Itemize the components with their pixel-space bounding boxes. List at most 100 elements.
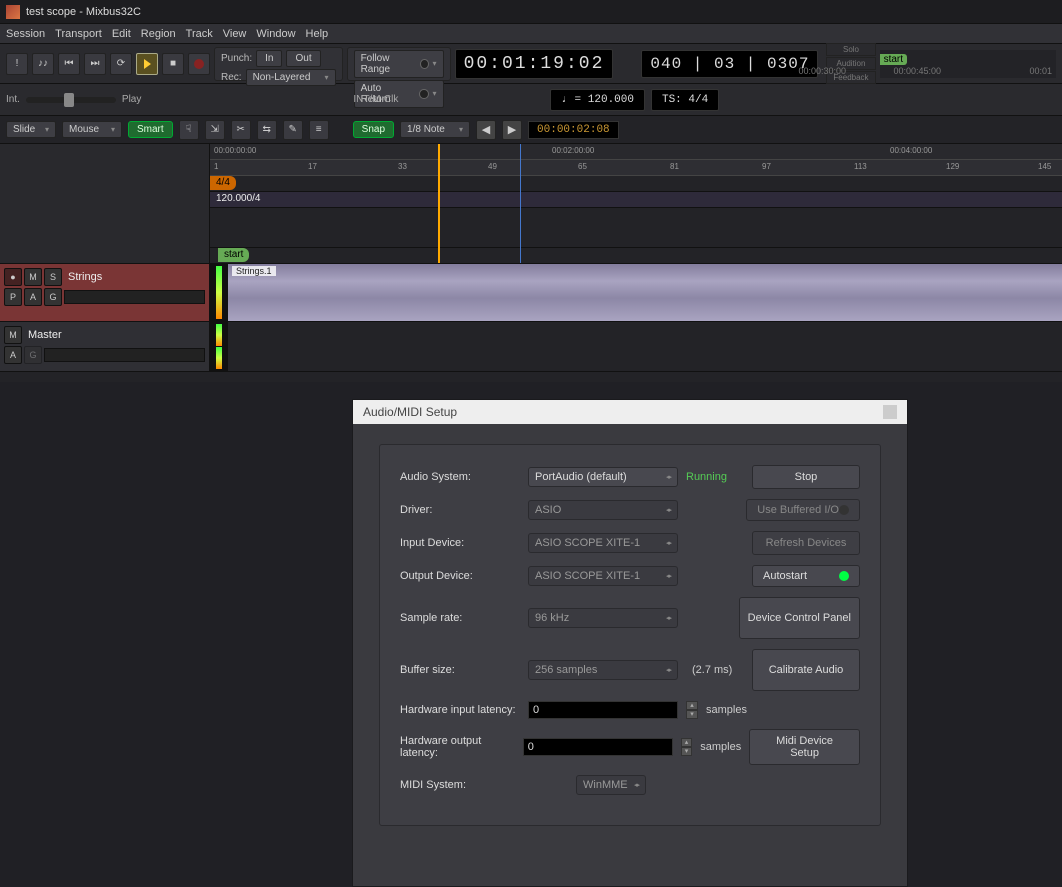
track-fader[interactable] — [64, 290, 205, 304]
marker-strip[interactable]: start 00:00:30:00 00:00:45:00 00:01 — [880, 50, 1056, 78]
track-mute-button[interactable]: M — [24, 268, 42, 286]
menu-session[interactable]: Session — [6, 28, 45, 40]
play-button[interactable] — [136, 53, 158, 75]
punch-label: Punch: — [221, 53, 252, 64]
output-device-select[interactable]: ASIO SCOPE XITE-1 — [528, 566, 678, 586]
snap-button[interactable]: Snap — [353, 121, 394, 138]
menu-transport[interactable]: Transport — [55, 28, 102, 40]
pointer-tool-icon[interactable]: ☟ — [179, 120, 199, 140]
audio-midi-setup-dialog: Audio/MIDI Setup Audio System: PortAudio… — [352, 399, 908, 887]
punch-out-button[interactable]: Out — [286, 50, 320, 67]
bbt-display[interactable]: 040 | 03 | 0307 — [641, 50, 818, 78]
record-button[interactable] — [188, 53, 210, 75]
bars-ruler[interactable]: 1 17 33 49 65 81 97 113 129 145 — [210, 160, 1062, 176]
sample-rate-label: Sample rate: — [400, 612, 520, 624]
stop-engine-button[interactable]: Stop — [752, 465, 860, 489]
marker-start[interactable]: start — [880, 54, 907, 65]
snap-grid-select[interactable]: 1/8 Note — [400, 121, 470, 138]
menu-view[interactable]: View — [223, 28, 247, 40]
ts-display[interactable]: TS: 4/4 — [651, 89, 719, 111]
menu-window[interactable]: Window — [256, 28, 295, 40]
track-lane-strings[interactable]: Strings.1 — [228, 264, 1062, 321]
menu-region[interactable]: Region — [141, 28, 176, 40]
region-label: Strings.1 — [232, 266, 276, 276]
metronome-button[interactable]: ♪♪ — [32, 53, 54, 75]
nudge-back-button[interactable]: ◀ — [476, 120, 496, 140]
goto-end-button[interactable]: ⏭ — [84, 53, 106, 75]
status-running: Running — [686, 471, 727, 483]
rec-mode-select[interactable]: Non-Layered — [246, 69, 336, 86]
menu-track[interactable]: Track — [186, 28, 213, 40]
follow-range-select[interactable]: Follow Range — [354, 50, 444, 78]
hil-unit: samples — [706, 704, 747, 716]
menu-help[interactable]: Help — [306, 28, 329, 40]
draw-tool-icon[interactable]: ✎ — [283, 120, 303, 140]
loop-button[interactable]: ⟳ — [110, 53, 132, 75]
play-label: Play — [122, 94, 141, 105]
track-group-button[interactable]: G — [44, 288, 62, 306]
calibrate-audio-button[interactable]: Calibrate Audio — [752, 649, 860, 691]
timefx-tool-icon[interactable]: ⇆ — [257, 120, 277, 140]
refresh-devices-button[interactable]: Refresh Devices — [752, 531, 860, 555]
master-automation-button[interactable]: A — [4, 346, 22, 364]
track-lane-master[interactable] — [228, 322, 1062, 371]
hw-input-latency-input[interactable] — [528, 701, 678, 719]
hol-spinner[interactable]: ▴▾ — [681, 738, 692, 756]
ruler-labels — [0, 144, 210, 263]
sync-label: INT/M-Clk — [353, 94, 398, 105]
menu-edit[interactable]: Edit — [112, 28, 131, 40]
track-name: Strings — [68, 271, 102, 283]
goto-start-button[interactable]: ⏮ — [58, 53, 80, 75]
edit-cursor[interactable] — [520, 144, 521, 263]
stop-button[interactable]: ■ — [162, 53, 184, 75]
buffer-size-label: Buffer size: — [400, 664, 520, 676]
cut-tool-icon[interactable]: ✂ — [231, 120, 251, 140]
smart-button[interactable]: Smart — [128, 121, 173, 138]
marker-ruler[interactable]: start — [210, 248, 1062, 263]
track-header-strings[interactable]: ● M S Strings P A G — [0, 264, 210, 321]
range-tool-icon[interactable]: ⇲ — [205, 120, 225, 140]
buffer-size-select[interactable]: 256 samples — [528, 660, 678, 680]
punch-in-button[interactable]: In — [256, 50, 282, 67]
tempo-ruler[interactable]: 120.000/4 — [210, 192, 1062, 208]
output-device-label: Output Device: — [400, 570, 520, 582]
midi-device-setup-button[interactable]: Midi Device Setup — [749, 729, 860, 765]
audio-system-select[interactable]: PortAudio (default) — [528, 467, 678, 487]
track-playlist-button[interactable]: P — [4, 288, 22, 306]
timecode-ruler[interactable]: 00:00:00:00 00:02:00:00 00:04:00:00 — [210, 144, 1062, 160]
master-mute-button[interactable]: M — [4, 326, 22, 344]
device-control-panel-button[interactable]: Device Control Panel — [739, 597, 860, 639]
solo-indicator[interactable]: Solo — [826, 43, 875, 56]
master-name: Master — [28, 329, 62, 341]
track-automation-button[interactable]: A — [24, 288, 42, 306]
track-rec-button[interactable]: ● — [4, 268, 22, 286]
driver-select[interactable]: ASIO — [528, 500, 678, 520]
buffered-io-button[interactable]: Use Buffered I/O — [746, 499, 860, 521]
autostart-button[interactable]: Autostart — [752, 565, 860, 587]
timecode-display[interactable]: 00:01:19:02 — [455, 49, 614, 79]
dialog-close-button[interactable] — [883, 405, 897, 419]
playhead[interactable] — [438, 144, 440, 263]
content-tool-icon[interactable]: ≡ — [309, 120, 329, 140]
midi-panic-button[interactable]: ! — [6, 53, 28, 75]
nudge-fwd-button[interactable]: ▶ — [502, 120, 522, 140]
window-title: test scope - Mixbus32C — [26, 6, 141, 18]
sample-rate-select[interactable]: 96 kHz — [528, 608, 678, 628]
shuttle-slider[interactable] — [26, 97, 116, 103]
master-fader[interactable] — [44, 348, 205, 362]
hil-spinner[interactable]: ▴▾ — [686, 701, 698, 719]
timesig-ruler[interactable]: 4/4 — [210, 176, 1062, 192]
midi-system-label: MIDI System: — [400, 779, 520, 791]
edit-mode-select[interactable]: Slide — [6, 121, 56, 138]
midi-system-select[interactable]: WinMME — [576, 775, 646, 795]
track-header-master[interactable]: M Master A G — [0, 322, 210, 371]
mouse-mode-select[interactable]: Mouse — [62, 121, 122, 138]
nudge-clock[interactable]: 00:00:02:08 — [528, 121, 619, 139]
tempo-display[interactable]: ♩ = 120.000 — [550, 89, 645, 111]
track-solo-button[interactable]: S — [44, 268, 62, 286]
menu-bar: Session Transport Edit Region Track View… — [0, 24, 1062, 44]
range-ruler[interactable] — [210, 208, 1062, 248]
audio-region[interactable] — [228, 264, 1062, 321]
hw-output-latency-input[interactable] — [523, 738, 673, 756]
input-device-select[interactable]: ASIO SCOPE XITE-1 — [528, 533, 678, 553]
